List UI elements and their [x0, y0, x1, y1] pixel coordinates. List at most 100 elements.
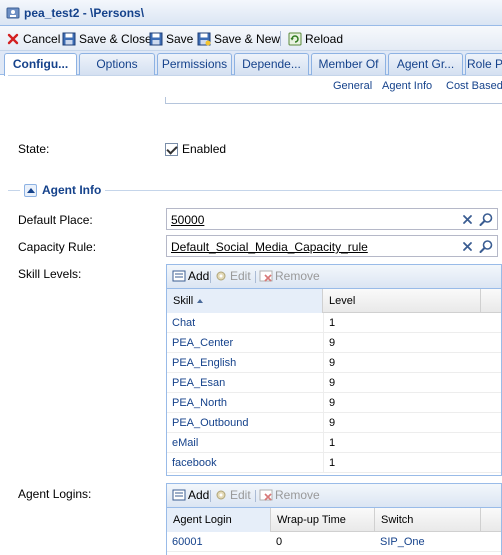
save-button[interactable]: Save [149, 30, 193, 48]
level-cell: 1 [323, 313, 335, 333]
logins-grid-toolbar: Add Edit Remove [167, 484, 501, 508]
level-column-header[interactable]: Level [323, 289, 481, 313]
edit-label: Edit [230, 269, 251, 283]
save-icon [149, 32, 163, 46]
toolbar-separator [255, 271, 256, 283]
cancel-icon [7, 33, 19, 45]
skill-column-label: Skill [173, 295, 194, 307]
default-place-label: Default Place: [18, 213, 93, 227]
search-icon[interactable] [479, 239, 494, 254]
remove-icon [259, 489, 273, 501]
logins-grid-header: Agent Login Wrap-up Time Switch [167, 508, 501, 532]
toolbar-separator [210, 490, 211, 502]
level-cell: 9 [323, 333, 335, 353]
switch-column-header[interactable]: Switch [375, 508, 481, 532]
skill-cell: facebook [172, 457, 217, 469]
wrapup-column-header[interactable]: Wrap-up Time [271, 508, 375, 532]
skill-cell: Chat [172, 317, 196, 329]
agent-info-legend: Agent Info [20, 183, 106, 197]
cancel-button[interactable]: Cancel [6, 30, 60, 48]
tab-member-of[interactable]: Member Of [311, 53, 386, 75]
skill-column-header[interactable]: Skill [167, 289, 323, 313]
table-row[interactable]: PEA_Esan 9 [167, 373, 501, 393]
skill-grid-body: Chat 1 PEA_Center 9 PEA_English 9 PEA_Esan 9… [167, 313, 501, 473]
table-row[interactable]: 60001 0 SIP_One [167, 532, 501, 552]
search-icon[interactable] [479, 212, 494, 227]
tab-agent-groups[interactable]: Agent Gr... [388, 53, 463, 75]
skill-cell: PEA_Esan [172, 377, 226, 389]
divider [8, 75, 502, 76]
reload-icon [288, 32, 302, 46]
remove-login-button[interactable]: Remove [259, 488, 320, 502]
window-title: pea_test2 - \Persons\ [24, 6, 145, 20]
clear-icon[interactable] [460, 212, 475, 227]
clear-icon[interactable] [460, 239, 475, 254]
skill-grid-header: Skill Level [167, 289, 501, 313]
window-titlebar: pea_test2 - \Persons\ [0, 0, 502, 26]
toolbar-separator [280, 31, 281, 46]
default-place-field[interactable]: 50000 [166, 208, 498, 230]
tab-role-privileges[interactable]: Role P [465, 53, 502, 75]
table-row[interactable]: PEA_Center 9 [167, 333, 501, 353]
link-general[interactable]: General [333, 80, 372, 92]
table-row[interactable]: PEA_English 9 [167, 353, 501, 373]
state-label: State: [18, 142, 50, 156]
skill-levels-label: Skill Levels: [18, 267, 82, 281]
table-row[interactable]: PEA_Outbound 9 [167, 413, 501, 433]
capacity-rule-value: Default_Social_Media_Capacity_rule [171, 240, 368, 254]
save-close-button[interactable]: Save & Close [62, 30, 152, 48]
add-label: Add [188, 269, 210, 283]
tab-permissions[interactable]: Permissions [157, 53, 232, 75]
tab-options[interactable]: Options [79, 53, 155, 75]
level-cell: 9 [323, 373, 335, 393]
tab-configuration[interactable]: Configu... [4, 53, 77, 76]
skill-cell: PEA_English [172, 357, 237, 369]
remove-label: Remove [275, 488, 320, 502]
save-close-icon [62, 32, 76, 46]
skill-levels-grid: Add Edit Remove Skill Level Chat 1 PEA_Ce… [166, 264, 502, 476]
agent-login-column-header[interactable]: Agent Login [167, 508, 271, 532]
toolbar-separator [255, 490, 256, 502]
table-row[interactable]: Chat 1 [167, 313, 501, 333]
add-icon [172, 489, 186, 501]
table-row[interactable]: PEA_North 9 [167, 393, 501, 413]
switch-cell: SIP_One [380, 536, 425, 548]
level-cell: 1 [323, 433, 335, 453]
reload-label: Reload [305, 32, 344, 46]
capacity-rule-field[interactable]: Default_Social_Media_Capacity_rule [166, 235, 498, 257]
agent-logins-grid: Add Edit Remove Agent Login Wrap-up Time… [166, 483, 502, 555]
save-new-button[interactable]: Save & New [197, 30, 280, 48]
agent-logins-label: Agent Logins: [18, 487, 92, 501]
tab-dependencies[interactable]: Depende... [234, 53, 309, 75]
level-cell: 9 [323, 353, 335, 373]
enabled-checkbox[interactable] [165, 142, 178, 156]
collapse-icon[interactable] [24, 183, 37, 197]
save-close-label: Save & Close [79, 32, 152, 46]
person-folder-icon [6, 7, 20, 19]
sort-ascending-icon [197, 299, 204, 304]
skill-cell: PEA_North [172, 397, 228, 409]
edit-skill-button[interactable]: Edit [214, 269, 251, 283]
cancel-label: Cancel [23, 32, 61, 46]
remove-skill-button[interactable]: Remove [259, 269, 320, 283]
skill-cell: eMail [172, 437, 199, 449]
table-row[interactable]: eMail 1 [167, 433, 501, 453]
default-place-value: 50000 [171, 213, 205, 227]
skill-grid-toolbar: Add Edit Remove [167, 265, 501, 289]
main-toolbar: Cancel Save & Close Save Save & New Relo… [0, 26, 502, 51]
link-cost-based[interactable]: Cost Based [446, 80, 502, 92]
skill-cell: PEA_Outbound [172, 417, 249, 429]
edit-login-button[interactable]: Edit [214, 488, 251, 502]
link-agent-info[interactable]: Agent Info [382, 80, 432, 92]
reload-button[interactable]: Reload [288, 30, 343, 48]
enabled-label: Enabled [182, 142, 227, 156]
toolbar-separator [210, 271, 211, 283]
level-cell: 9 [323, 393, 335, 413]
state-enabled-row[interactable]: Enabled [165, 142, 226, 156]
table-row[interactable]: facebook 1 [167, 453, 501, 473]
add-login-button[interactable]: Add [172, 488, 209, 502]
save-new-label: Save & New [214, 32, 281, 46]
remove-label: Remove [275, 269, 320, 283]
capacity-rule-label: Capacity Rule: [18, 240, 97, 254]
add-skill-button[interactable]: Add [172, 269, 209, 283]
